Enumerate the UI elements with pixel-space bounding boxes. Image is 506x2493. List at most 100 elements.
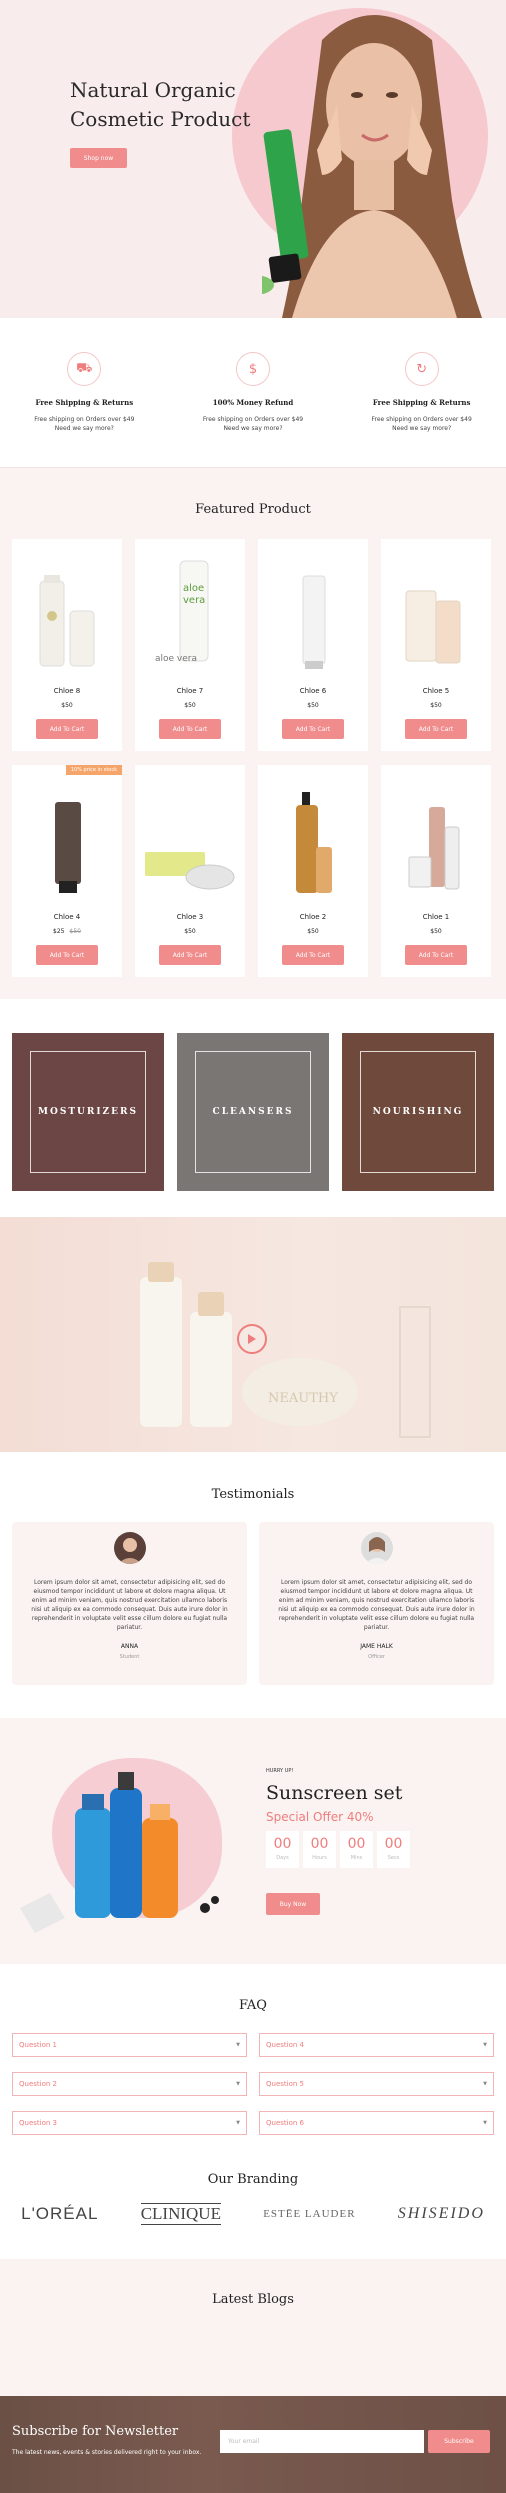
sunscreen-products-image — [20, 1772, 219, 1933]
buy-now-button[interactable]: Buy Now — [266, 1893, 320, 1915]
chevron-down-icon[interactable]: ▼ — [236, 2120, 240, 2126]
chevron-down-icon[interactable]: ▼ — [483, 2042, 487, 2048]
testimonial-name: ANNA — [120, 1643, 139, 1650]
faq-question-text[interactable]: Question 6 — [266, 2119, 304, 2127]
product-name[interactable]: Chloe 4 — [12, 913, 122, 921]
shop-now-button[interactable]: Shop now — [70, 148, 127, 168]
product-image[interactable] — [258, 765, 368, 905]
svg-text:aloe: aloe — [183, 583, 204, 594]
faq-section: FAQ Question 1 ▼ Question 4 ▼ Question 2 ▼ … — [0, 1964, 506, 2159]
faq-question[interactable]: Question 1 ▼ — [12, 2033, 247, 2057]
play-icon[interactable] — [237, 1324, 267, 1354]
faq-question-text[interactable]: Question 3 — [19, 2119, 57, 2127]
faq-question-text[interactable]: Question 1 — [19, 2041, 57, 2049]
chevron-down-icon[interactable]: ▼ — [483, 2120, 487, 2126]
add-to-cart-button[interactable]: Add To Cart — [159, 719, 221, 739]
category-label[interactable]: NOURISHING — [373, 1107, 464, 1117]
testimonial-role: Student — [119, 1654, 140, 1660]
subscribe-button[interactable]: Subscribe — [428, 2430, 490, 2453]
product-image[interactable] — [381, 539, 491, 679]
product-card[interactable]: 10% price in stock Chloe 4 $25 $50 Add To… — [12, 765, 122, 977]
svg-text:vera: vera — [183, 595, 205, 606]
add-to-cart-button[interactable]: Add To Cart — [159, 945, 221, 965]
sale-badge: 10% price in stock — [65, 765, 122, 775]
faq-question[interactable]: Question 4 ▼ — [259, 2033, 494, 2057]
chevron-down-icon[interactable]: ▼ — [236, 2042, 240, 2048]
hero-title-line1: Natural Organic — [70, 78, 236, 102]
countdown-label: Hours — [312, 1855, 327, 1861]
feature-text: Need we say more? — [54, 425, 114, 432]
product-image[interactable] — [135, 765, 245, 905]
price-value: $50 — [430, 928, 442, 935]
add-to-cart-button[interactable]: Add To Cart — [36, 945, 98, 965]
countdown-label: Days — [276, 1855, 289, 1861]
faq-question-text[interactable]: Question 5 — [266, 2080, 304, 2088]
add-to-cart-button[interactable]: Add To Cart — [282, 945, 344, 965]
product-name[interactable]: Chloe 7 — [135, 687, 245, 695]
product-image[interactable] — [381, 765, 491, 905]
product-grid: Chloe 8 $50 Add To Cart aloe vera aloe ver… — [12, 539, 494, 977]
product-card[interactable]: Chloe 6 $50 Add To Cart — [258, 539, 368, 751]
feature-text: Free shipping on Orders over $49 — [371, 416, 472, 423]
brand-logo-estee-lauder: ESTĒE LAUDER — [263, 2208, 356, 2220]
product-card[interactable]: Chloe 2 $50 Add To Cart — [258, 765, 368, 977]
add-to-cart-button[interactable]: Add To Cart — [282, 719, 344, 739]
feature-title: 100% Money Refund — [212, 398, 294, 407]
price-value: $50 — [184, 928, 196, 935]
email-input[interactable]: Your email — [220, 2430, 424, 2453]
category-label[interactable]: CLEANSERS — [213, 1107, 294, 1117]
product-image[interactable] — [258, 539, 368, 679]
faq-question-text[interactable]: Question 4 — [266, 2041, 304, 2049]
category-moisturizers[interactable]: MOSTURIZERS — [12, 1033, 164, 1191]
price-value: $25 — [53, 928, 65, 935]
faq-question[interactable]: Question 3 ▼ — [12, 2111, 247, 2135]
blogs-section: Latest Blogs — [0, 2259, 506, 2396]
product-image[interactable] — [12, 539, 122, 679]
product-card[interactable]: Chloe 5 $50 Add To Cart — [381, 539, 491, 751]
product-name[interactable]: Chloe 1 — [381, 913, 491, 921]
hero-title-line2: Cosmetic Product — [70, 107, 251, 131]
avatar — [360, 1532, 393, 1564]
feature-text: Free shipping on Orders over $49 — [202, 416, 304, 423]
hero-title: Natural Organic Cosmetic Product — [70, 76, 290, 134]
category-label[interactable]: MOSTURIZERS — [38, 1107, 138, 1117]
promo-title: Sunscreen set — [266, 1782, 403, 1804]
add-to-cart-button[interactable]: Add To Cart — [405, 945, 467, 965]
categories-section: MOSTURIZERS CLEANSERS NOURISHING — [0, 999, 506, 1217]
price-value: $50 — [184, 702, 196, 709]
hero-section: Natural Organic Cosmetic Product Shop no… — [0, 0, 506, 318]
category-cleansers[interactable]: CLEANSERS — [177, 1033, 329, 1191]
product-name[interactable]: Chloe 8 — [12, 687, 122, 695]
refresh-icon: ↻ — [404, 352, 439, 386]
product-name[interactable]: Chloe 5 — [381, 687, 491, 695]
faq-question-text[interactable]: Question 2 — [19, 2080, 57, 2088]
faq-question[interactable]: Question 2 ▼ — [12, 2072, 247, 2096]
faq-question[interactable]: Question 5 ▼ — [259, 2072, 494, 2096]
product-image[interactable]: aloe vera aloe vera — [135, 539, 245, 679]
product-image[interactable] — [12, 765, 122, 905]
newsletter-title: Subscribe for Newsletter — [12, 2424, 179, 2439]
newsletter-subtitle: The latest news, events & stories delive… — [12, 2449, 202, 2456]
product-card[interactable]: Chloe 8 $50 Add To Cart — [12, 539, 122, 751]
svg-text:aloe vera: aloe vera — [155, 654, 197, 664]
chevron-down-icon[interactable]: ▼ — [483, 2081, 487, 2087]
featured-title: Featured Product — [195, 502, 311, 517]
faq-question[interactable]: Question 6 ▼ — [259, 2111, 494, 2135]
add-to-cart-button[interactable]: Add To Cart — [405, 719, 467, 739]
product-name[interactable]: Chloe 6 — [258, 687, 368, 695]
product-card[interactable]: aloe vera aloe vera Chloe 7 $50 Add To Car… — [135, 539, 245, 751]
testimonial-text: Lorem ipsum dolor sit amet, consectetur … — [31, 1579, 228, 1631]
product-price: $50 — [135, 702, 245, 709]
product-card[interactable]: Chloe 1 $50 Add To Cart — [381, 765, 491, 977]
product-name[interactable]: Chloe 2 — [258, 913, 368, 921]
product-name[interactable]: Chloe 3 — [135, 913, 245, 921]
countdown: 00 Days 00 Hours 00 Mins 00 Secs — [266, 1831, 410, 1868]
add-to-cart-button[interactable]: Add To Cart — [36, 719, 98, 739]
product-card[interactable]: Chloe 3 $50 Add To Cart — [135, 765, 245, 977]
countdown-value: 00 — [310, 1836, 329, 1852]
countdown-hours: 00 Hours — [303, 1831, 336, 1868]
price-value: $50 — [307, 702, 319, 709]
product-price: $50 — [12, 702, 122, 709]
chevron-down-icon[interactable]: ▼ — [236, 2081, 240, 2087]
category-nourishing[interactable]: NOURISHING — [342, 1033, 494, 1191]
